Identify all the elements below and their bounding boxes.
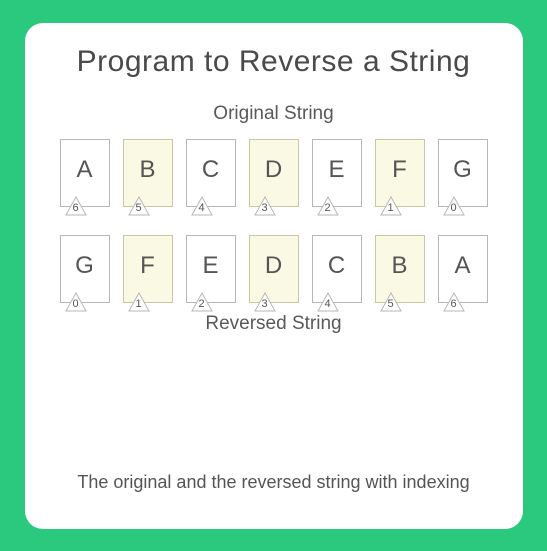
- char-letter: B: [139, 156, 155, 184]
- char-cell: A6: [60, 139, 110, 207]
- diagram-card: Program to Reverse a String Original Str…: [25, 23, 523, 529]
- char-letter: G: [453, 156, 472, 184]
- char-cell: F1: [375, 139, 425, 207]
- index-marker: 4: [317, 292, 339, 312]
- original-string-label: Original String: [213, 103, 333, 125]
- original-row: A6B5C4D3E2F1G0: [60, 139, 488, 207]
- char-letter: A: [76, 156, 92, 184]
- index-marker: 6: [443, 292, 465, 312]
- index-marker: 0: [443, 196, 465, 216]
- index-marker: 5: [380, 292, 402, 312]
- index-value: 1: [387, 202, 393, 214]
- char-cell: G0: [60, 235, 110, 303]
- char-letter: F: [140, 252, 155, 280]
- index-value: 3: [261, 202, 267, 214]
- index-value: 3: [261, 298, 267, 310]
- char-cell: B5: [123, 139, 173, 207]
- char-cell: C4: [186, 139, 236, 207]
- index-value: 4: [324, 298, 330, 310]
- index-value: 6: [72, 202, 78, 214]
- index-marker: 2: [191, 292, 213, 312]
- char-cell: D3: [249, 139, 299, 207]
- index-value: 6: [450, 298, 456, 310]
- page-title: Program to Reverse a String: [77, 45, 471, 79]
- index-value: 0: [450, 202, 456, 214]
- char-cell: B5: [375, 235, 425, 303]
- char-letter: D: [265, 252, 282, 280]
- char-letter: E: [328, 156, 344, 184]
- index-marker: 4: [191, 196, 213, 216]
- char-letter: B: [391, 252, 407, 280]
- index-value: 2: [324, 202, 330, 214]
- index-marker: 2: [317, 196, 339, 216]
- index-marker: 1: [380, 196, 402, 216]
- char-letter: C: [328, 252, 345, 280]
- char-cell: G0: [438, 139, 488, 207]
- index-marker: 3: [254, 196, 276, 216]
- index-value: 5: [135, 202, 141, 214]
- caption-text: The original and the reversed string wit…: [77, 472, 469, 493]
- char-letter: C: [202, 156, 219, 184]
- char-cell: E2: [312, 139, 362, 207]
- char-letter: G: [75, 252, 94, 280]
- reversed-string-label: Reversed String: [205, 313, 341, 335]
- index-marker: 0: [65, 292, 87, 312]
- char-letter: F: [392, 156, 407, 184]
- char-cell: D3: [249, 235, 299, 303]
- char-cell: F1: [123, 235, 173, 303]
- index-marker: 3: [254, 292, 276, 312]
- index-marker: 5: [128, 196, 150, 216]
- char-cell: A6: [438, 235, 488, 303]
- char-cell: E2: [186, 235, 236, 303]
- char-letter: A: [454, 252, 470, 280]
- reversed-row: G0F1E2D3C4B5A6: [60, 235, 488, 303]
- index-value: 0: [72, 298, 78, 310]
- index-marker: 1: [128, 292, 150, 312]
- char-letter: D: [265, 156, 282, 184]
- index-value: 2: [198, 298, 204, 310]
- index-value: 4: [198, 202, 204, 214]
- index-value: 1: [135, 298, 141, 310]
- char-cell: C4: [312, 235, 362, 303]
- char-letter: E: [202, 252, 218, 280]
- index-marker: 6: [65, 196, 87, 216]
- index-value: 5: [387, 298, 393, 310]
